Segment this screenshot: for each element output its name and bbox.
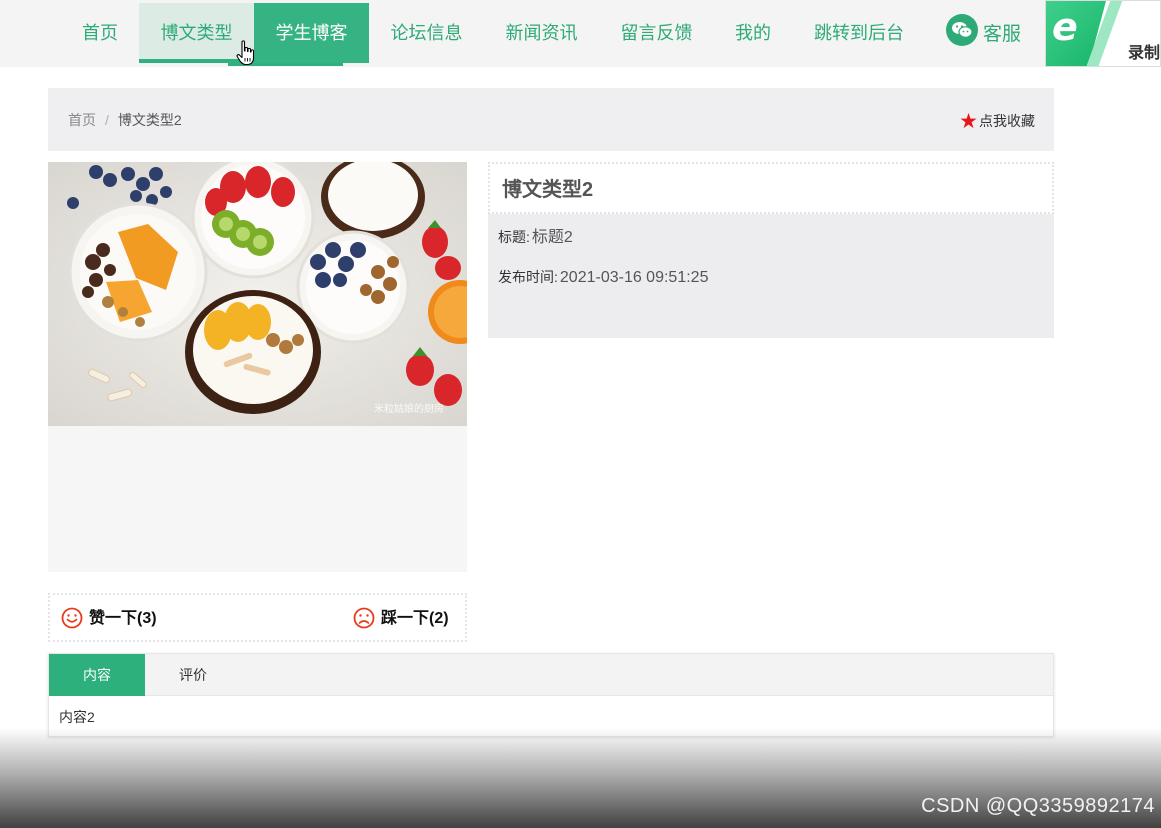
smile-icon bbox=[61, 607, 83, 629]
detail-label-time: 发布时间: bbox=[498, 269, 558, 285]
star-icon: ★ bbox=[959, 110, 978, 133]
nav-item-student-blog[interactable]: 学生博客 bbox=[228, 3, 369, 66]
photo-watermark: 米粒姑娘的厨房 bbox=[374, 402, 444, 415]
nav-item-mine[interactable]: 我的 bbox=[714, 3, 792, 63]
top-nav: 首页 博文类型 学生博客 论坛信息 新闻资讯 留言反馈 我的 跳转到后台 客服 … bbox=[0, 0, 1161, 67]
tab-review[interactable]: 评价 bbox=[145, 654, 241, 696]
tab-header: 内容 评价 bbox=[49, 654, 1053, 696]
detail-label-title: 标题: bbox=[498, 229, 530, 245]
frown-icon bbox=[353, 607, 375, 629]
vote-box: 赞一下(3) 踩一下(2) bbox=[48, 593, 467, 642]
breadcrumb-separator: / bbox=[105, 112, 109, 128]
nav-item-home[interactable]: 首页 bbox=[63, 3, 137, 63]
screen-record-widget[interactable]: e 录制 bbox=[1045, 0, 1161, 67]
detail-value-time: 2021-03-16 09:51:25 bbox=[559, 269, 709, 286]
record-label: 录制 bbox=[1128, 45, 1161, 62]
customer-service-link[interactable]: 客服 bbox=[983, 17, 1021, 53]
photo-fruit-bowls: 米粒姑娘的厨房 bbox=[48, 162, 467, 426]
detail-row-time: 发布时间: 2021-03-16 09:51:25 bbox=[498, 267, 708, 288]
dislike-label: 踩一下(2) bbox=[381, 610, 449, 627]
tab-content[interactable]: 内容 bbox=[49, 654, 145, 696]
wechat-glyph bbox=[952, 22, 973, 38]
browser-e-icon: e bbox=[1052, 5, 1078, 49]
content-tabs: 内容 评价 内容2 bbox=[48, 653, 1054, 737]
nav-item-news[interactable]: 新闻资讯 bbox=[484, 3, 599, 63]
page-root: 首页 博文类型 学生博客 论坛信息 新闻资讯 留言反馈 我的 跳转到后台 客服 … bbox=[0, 0, 1161, 828]
image-panel: 米粒姑娘的厨房 bbox=[48, 162, 467, 572]
tab-content-text: 内容2 bbox=[59, 709, 95, 725]
breadcrumb-current: 博文类型2 bbox=[117, 112, 182, 128]
like-button[interactable]: 赞一下(3) bbox=[61, 607, 157, 631]
detail-title-box: 博文类型2 bbox=[488, 162, 1054, 214]
like-label: 赞一下(3) bbox=[89, 610, 157, 627]
nav-item-forum[interactable]: 论坛信息 bbox=[369, 3, 484, 63]
dislike-button[interactable]: 踩一下(2) bbox=[353, 607, 449, 631]
detail-row-title: 标题: 标题2 bbox=[498, 227, 573, 248]
favorite-label: 点我收藏 bbox=[979, 113, 1035, 129]
csdn-watermark: CSDN @QQ3359892174 bbox=[921, 795, 1155, 817]
favorite-button[interactable]: ★点我收藏 bbox=[959, 108, 1035, 135]
hand-cursor-icon bbox=[236, 40, 255, 66]
breadcrumb-bar: 首页 / 博文类型2 ★点我收藏 bbox=[48, 88, 1054, 151]
detail-title: 博文类型2 bbox=[502, 179, 594, 201]
wechat-icon[interactable] bbox=[946, 14, 978, 46]
nav-item-admin[interactable]: 跳转到后台 bbox=[796, 3, 922, 63]
breadcrumb: 首页 / 博文类型2 bbox=[68, 110, 182, 130]
nav-item-feedback[interactable]: 留言反馈 bbox=[599, 3, 714, 63]
food-photo: 米粒姑娘的厨房 bbox=[48, 162, 467, 426]
detail-value-title: 标题2 bbox=[531, 229, 573, 246]
detail-body: 标题: 标题2 发布时间: 2021-03-16 09:51:25 bbox=[488, 214, 1054, 338]
breadcrumb-home[interactable]: 首页 bbox=[68, 112, 96, 128]
